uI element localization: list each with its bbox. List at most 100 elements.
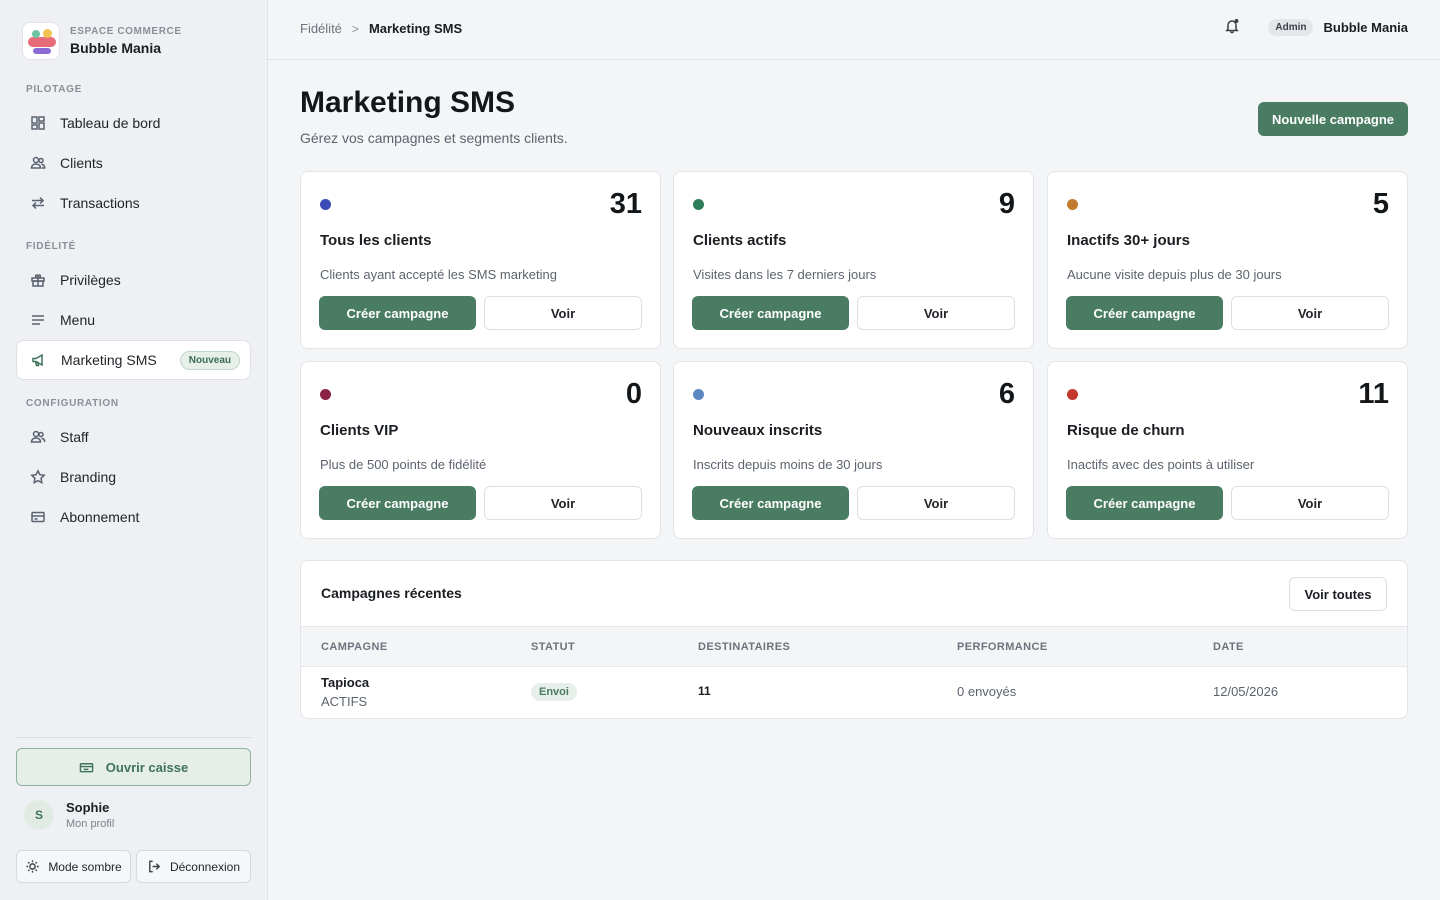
users-icon [30,155,46,171]
create-campaign-button[interactable]: Créer campagne [1066,486,1223,520]
segment-title: Risque de churn [1067,422,1185,439]
segment-color-dot [693,199,704,210]
campaign-segment: ACTIFS [321,694,368,709]
segment-count: 5 [1372,188,1389,220]
brand[interactable]: ESPACE COMMERCE Bubble Mania [22,22,182,60]
menu-lines-icon [30,312,46,328]
sidebar-item-label: Marketing SMS [61,352,157,368]
segment-color-dot [1067,389,1078,400]
column-header: PERFORMANCE [957,641,1048,653]
column-header: CAMPAGNE [321,641,388,653]
swap-icon [30,195,46,211]
column-header: STATUT [531,641,576,653]
new-campaign-button[interactable]: Nouvelle campagne [1258,102,1408,136]
view-all-button[interactable]: Voir toutes [1289,577,1387,611]
sidebar-item-label: Transactions [60,195,140,211]
sidebar-item-branding[interactable]: Branding [16,457,251,497]
sidebar-item-subscription[interactable]: Abonnement [16,497,251,537]
sidebar-item-label: Clients [60,155,103,171]
table-header: CAMPAGNE STATUT DESTINATAIRES PERFORMANC… [301,626,1407,667]
create-campaign-button[interactable]: Créer campagne [319,486,476,520]
view-segment-button[interactable]: Voir [484,296,642,330]
sidebar-item-transactions[interactable]: Transactions [16,183,251,223]
segment-count: 11 [1358,378,1389,410]
view-segment-button[interactable]: Voir [484,486,642,520]
profile-link: Mon profil [66,818,115,830]
column-header: DATE [1213,641,1244,653]
megaphone-icon [31,352,47,368]
segment-count: 31 [609,188,642,220]
segment-title: Inactifs 30+ jours [1067,232,1190,249]
dark-mode-label: Mode sombre [48,859,122,874]
sidebar-item-clients[interactable]: Clients [16,143,251,183]
sidebar-item-label: Tableau de bord [60,115,161,131]
star-icon [30,469,46,485]
segment-card: 31 Tous les clients Clients ayant accept… [300,171,661,349]
segment-title: Tous les clients [320,232,432,249]
section-label-pilotage: PILOTAGE [26,84,82,95]
segment-card: 0 Clients VIP Plus de 500 points de fidé… [300,361,661,539]
column-header: DESTINATAIRES [698,641,791,653]
segment-title: Nouveaux inscrits [693,422,823,439]
segment-card: 5 Inactifs 30+ jours Aucune visite depui… [1047,171,1408,349]
bell-icon[interactable] [1224,18,1240,37]
chevron-right-icon: > [351,21,359,36]
create-campaign-button[interactable]: Créer campagne [319,296,476,330]
section-label-fidelite: FIDÉLITÉ [26,241,77,252]
top-user-name[interactable]: Bubble Mania [1323,20,1408,35]
sidebar-item-label: Menu [60,312,96,328]
recipients-count: 11 [698,684,711,698]
create-campaign-button[interactable]: Créer campagne [1066,296,1223,330]
segment-title: Clients actifs [693,232,787,249]
cash-register-icon [79,760,94,775]
segment-color-dot [320,389,331,400]
staff-icon [30,429,46,445]
sidebar-item-label: Privilèges [60,272,121,288]
brand-logo [22,22,60,60]
dark-mode-button[interactable]: Mode sombre [16,850,131,883]
sidebar-item-dashboard[interactable]: Tableau de bord [16,103,251,143]
topbar: Fidélité > Marketing SMS Admin Bubble Ma… [268,0,1440,60]
sidebar-item-label: Staff [60,429,89,445]
segment-title: Clients VIP [320,422,399,439]
brand-name: Bubble Mania [70,40,162,56]
sidebar-item-menu[interactable]: Menu [16,300,251,340]
sidebar-item-privileges[interactable]: Privilèges [16,260,251,300]
profile-name: Sophie [66,800,110,815]
sun-icon [25,859,40,874]
view-segment-button[interactable]: Voir [857,486,1015,520]
create-campaign-button[interactable]: Créer campagne [692,486,849,520]
segment-card: 6 Nouveaux inscrits Inscrits depuis moin… [673,361,1034,539]
sidebar-item-label: Abonnement [60,509,140,525]
sidebar: ESPACE COMMERCE Bubble Mania PILOTAGE Ta… [0,0,268,900]
logout-button[interactable]: Déconnexion [136,850,251,883]
gift-icon [30,272,46,288]
sidebar-divider [16,737,251,738]
page-title: Marketing SMS [300,86,516,119]
profile[interactable]: S Sophie Mon profil [24,800,114,830]
segment-description: Clients ayant accepté les SMS marketing [320,267,557,282]
breadcrumb-parent[interactable]: Fidélité [300,21,342,36]
create-campaign-button[interactable]: Créer campagne [692,296,849,330]
sidebar-item-marketing-sms[interactable]: Marketing SMS Nouveau [16,340,251,380]
view-segment-button[interactable]: Voir [1231,486,1389,520]
segment-description: Inscrits depuis moins de 30 jours [693,457,883,472]
segment-description: Inactifs avec des points à utiliser [1067,457,1255,472]
recent-campaigns-panel: Campagnes récentes Voir toutes CAMPAGNE … [300,560,1408,719]
logout-icon [147,859,162,874]
open-cash-button[interactable]: Ouvrir caisse [16,748,251,786]
segment-count: 6 [998,378,1015,410]
campaign-date: 12/05/2026 [1213,684,1279,699]
segment-card: 11 Risque de churn Inactifs avec des poi… [1047,361,1408,539]
segment-card: 9 Clients actifs Visites dans les 7 dern… [673,171,1034,349]
grid-icon [30,115,46,131]
view-segment-button[interactable]: Voir [857,296,1015,330]
breadcrumb: Fidélité > Marketing SMS [300,21,462,36]
segment-color-dot [693,389,704,400]
view-segment-button[interactable]: Voir [1231,296,1389,330]
sidebar-item-staff[interactable]: Staff [16,417,251,457]
recent-campaigns-title: Campagnes récentes [321,585,462,601]
performance-value: 0 envoyés [957,684,1017,699]
segment-description: Visites dans les 7 derniers jours [693,267,877,282]
status-badge: Envoi [531,683,577,701]
